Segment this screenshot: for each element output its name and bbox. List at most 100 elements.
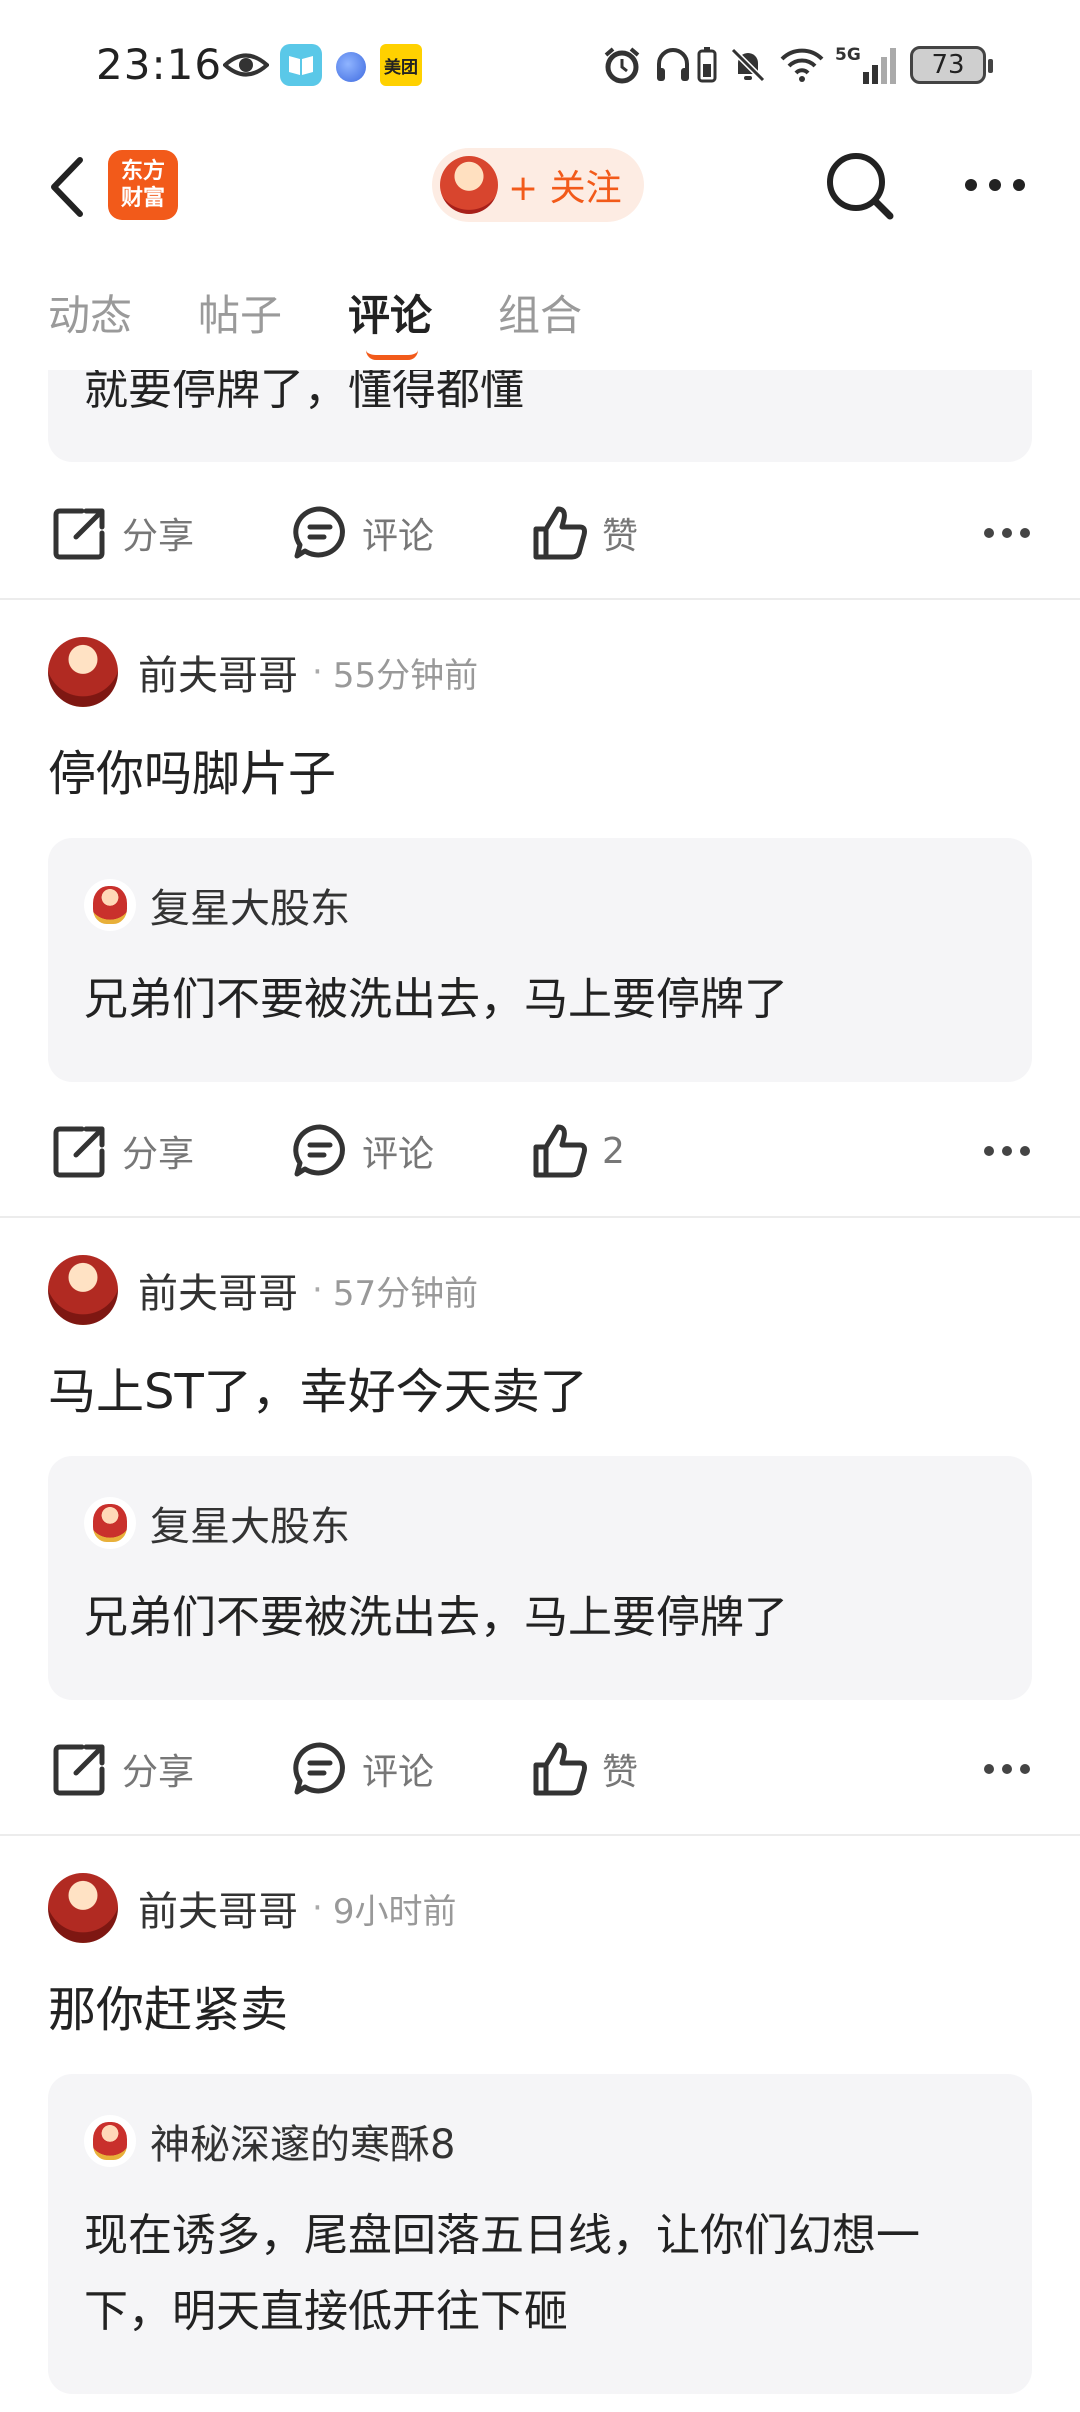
post-time: 57分钟前 bbox=[332, 1273, 479, 1314]
quoted-user: 复星大股东 bbox=[84, 876, 350, 934]
post-header: 前夫哥哥 · 55分钟前 bbox=[48, 636, 478, 708]
logo-line-2: 财富 bbox=[120, 186, 165, 211]
divider bbox=[0, 1216, 1080, 1218]
post-header: 前夫哥哥 · 57分钟前 bbox=[48, 1254, 478, 1326]
alarm-icon bbox=[600, 44, 644, 86]
quoted-avatar bbox=[84, 1497, 136, 1549]
author-name[interactable]: 前夫哥哥 bbox=[138, 1261, 298, 1319]
post-actions: 分享 评论 赞 bbox=[0, 488, 1080, 578]
more-dots-icon[interactable] bbox=[982, 518, 1032, 548]
thumbs-up-icon bbox=[533, 1124, 587, 1178]
post-text[interactable]: 那你赶紧卖 bbox=[48, 1970, 288, 2040]
comment-label: 评论 bbox=[362, 1134, 435, 1175]
share-button[interactable]: 分享 bbox=[52, 1724, 194, 1814]
share-button[interactable]: 分享 bbox=[52, 1106, 194, 1196]
top-nav: 东方 财富 + 关注 bbox=[0, 130, 1080, 240]
post-text[interactable]: 停你吗脚片子 bbox=[48, 734, 336, 804]
more-options-button[interactable] bbox=[962, 160, 1028, 210]
chevron-left-icon bbox=[51, 157, 83, 217]
wifi-icon bbox=[778, 44, 826, 86]
post-header: 前夫哥哥 · 9小时前 bbox=[48, 1872, 456, 1944]
thumbs-up-icon bbox=[533, 506, 587, 560]
separator-dot: · bbox=[312, 652, 323, 692]
like-label: 赞 bbox=[602, 1752, 639, 1793]
post-actions: 分享 评论 赞 bbox=[0, 1724, 1080, 1814]
quoted-avatar bbox=[84, 879, 136, 931]
comment-label: 评论 bbox=[362, 1752, 435, 1793]
signal-5g-icon: 5G bbox=[834, 44, 898, 86]
more-dots-icon[interactable] bbox=[982, 1754, 1032, 1784]
tab-bar: 动态 帖子 评论 组合 bbox=[0, 270, 1080, 370]
quoted-author-name: 复星大股东 bbox=[150, 886, 350, 932]
comment-icon bbox=[293, 506, 345, 559]
comment-icon bbox=[293, 1124, 345, 1177]
avatar[interactable] bbox=[48, 637, 118, 707]
like-button[interactable]: 赞 bbox=[532, 1724, 638, 1814]
divider bbox=[0, 598, 1080, 600]
back-button[interactable] bbox=[40, 152, 100, 222]
tab-dynamics[interactable]: 动态 bbox=[48, 282, 132, 343]
tab-portfolio[interactable]: 组合 bbox=[498, 282, 582, 343]
like-button[interactable]: 赞 bbox=[532, 488, 638, 578]
tab-comments[interactable]: 评论 bbox=[348, 282, 432, 343]
share-button[interactable]: 分享 bbox=[52, 488, 194, 578]
author-name[interactable]: 前夫哥哥 bbox=[138, 1879, 298, 1937]
post-text[interactable]: 马上ST了，幸好今天卖了 bbox=[48, 1352, 588, 1422]
quoted-post-card[interactable]: 神秘深邃的寒酥8 现在诱多，尾盘回落五日线，让你们幻想一下，明天直接低开往下砸 bbox=[48, 2074, 1032, 2394]
active-tab-indicator bbox=[366, 350, 418, 360]
battery-saver-icon bbox=[694, 44, 720, 86]
quoted-post-text: 兄弟们不要被洗出去，马上要停牌了 bbox=[84, 974, 788, 1025]
network-label: 5G bbox=[835, 45, 861, 65]
avatar[interactable] bbox=[48, 1255, 118, 1325]
share-icon bbox=[53, 1744, 105, 1796]
quoted-avatar bbox=[84, 2115, 136, 2167]
quoted-post-text: 兄弟们不要被洗出去，马上要停牌了 bbox=[84, 1592, 788, 1643]
tab-posts[interactable]: 帖子 bbox=[198, 282, 282, 343]
eastmoney-logo[interactable]: 东方 财富 bbox=[108, 150, 178, 220]
quoted-post-card[interactable]: 复星大股东 兄弟们不要被洗出去，马上要停牌了 bbox=[48, 838, 1032, 1082]
meituan-app-icon: 美团 bbox=[380, 44, 422, 86]
quoted-post-text: 现在诱多，尾盘回落五日线，让你们幻想一下，明天直接低开往下砸 bbox=[84, 2210, 920, 2337]
logo-line-1: 东方 bbox=[120, 159, 165, 184]
comment-button[interactable]: 评论 bbox=[292, 488, 434, 578]
like-label: 赞 bbox=[602, 516, 639, 557]
search-button[interactable] bbox=[822, 148, 898, 224]
follow-button[interactable]: + 关注 bbox=[432, 148, 644, 222]
post-actions: 分享 评论 2 bbox=[0, 1106, 1080, 1196]
thumbs-up-icon bbox=[533, 1742, 587, 1796]
divider bbox=[0, 1834, 1080, 1836]
eye-icon bbox=[222, 44, 270, 86]
status-bar: 23:16 美团 5G 73 bbox=[0, 0, 1080, 130]
author-name[interactable]: 前夫哥哥 bbox=[138, 643, 298, 701]
mute-icon bbox=[728, 44, 768, 86]
more-dots-icon[interactable] bbox=[982, 1136, 1032, 1166]
status-time: 23:16 bbox=[96, 40, 223, 89]
share-icon bbox=[53, 1126, 105, 1178]
comment-label: 评论 bbox=[362, 516, 435, 557]
separator-dot: · bbox=[312, 1888, 323, 1928]
comment-button[interactable]: 评论 bbox=[292, 1106, 434, 1196]
separator-dot: · bbox=[312, 1270, 323, 1310]
more-dots-icon bbox=[965, 179, 1025, 191]
battery-level: 73 bbox=[931, 50, 965, 80]
book-app-icon bbox=[280, 44, 322, 86]
comment-icon bbox=[293, 1742, 345, 1795]
quoted-post-card[interactable]: 复星大股东 兄弟们不要被洗出去，马上要停牌了 bbox=[48, 1456, 1032, 1700]
quoted-author-name: 神秘深邃的寒酥8 bbox=[150, 2122, 456, 2168]
dot-app-icon bbox=[336, 52, 366, 82]
quoted-post-text: 就要停牌了，懂得都懂 bbox=[84, 370, 524, 415]
comment-feed: 就要停牌了，懂得都懂 分享 评论 赞 前夫哥哥 · 55分钟前 停你吗脚片子 复… bbox=[0, 370, 1080, 2412]
meituan-label: 美团 bbox=[384, 57, 418, 78]
share-icon bbox=[53, 508, 105, 560]
share-label: 分享 bbox=[122, 516, 195, 557]
post-time: 55分钟前 bbox=[332, 655, 479, 696]
share-label: 分享 bbox=[122, 1752, 195, 1793]
comment-button[interactable]: 评论 bbox=[292, 1724, 434, 1814]
quoted-post-card[interactable]: 就要停牌了，懂得都懂 bbox=[48, 370, 1032, 462]
follow-label: + 关注 bbox=[508, 168, 622, 209]
search-icon bbox=[827, 153, 894, 220]
avatar[interactable] bbox=[48, 1873, 118, 1943]
like-button[interactable]: 2 bbox=[532, 1106, 625, 1196]
headphones-icon bbox=[652, 44, 694, 86]
share-label: 分享 bbox=[122, 1134, 195, 1175]
